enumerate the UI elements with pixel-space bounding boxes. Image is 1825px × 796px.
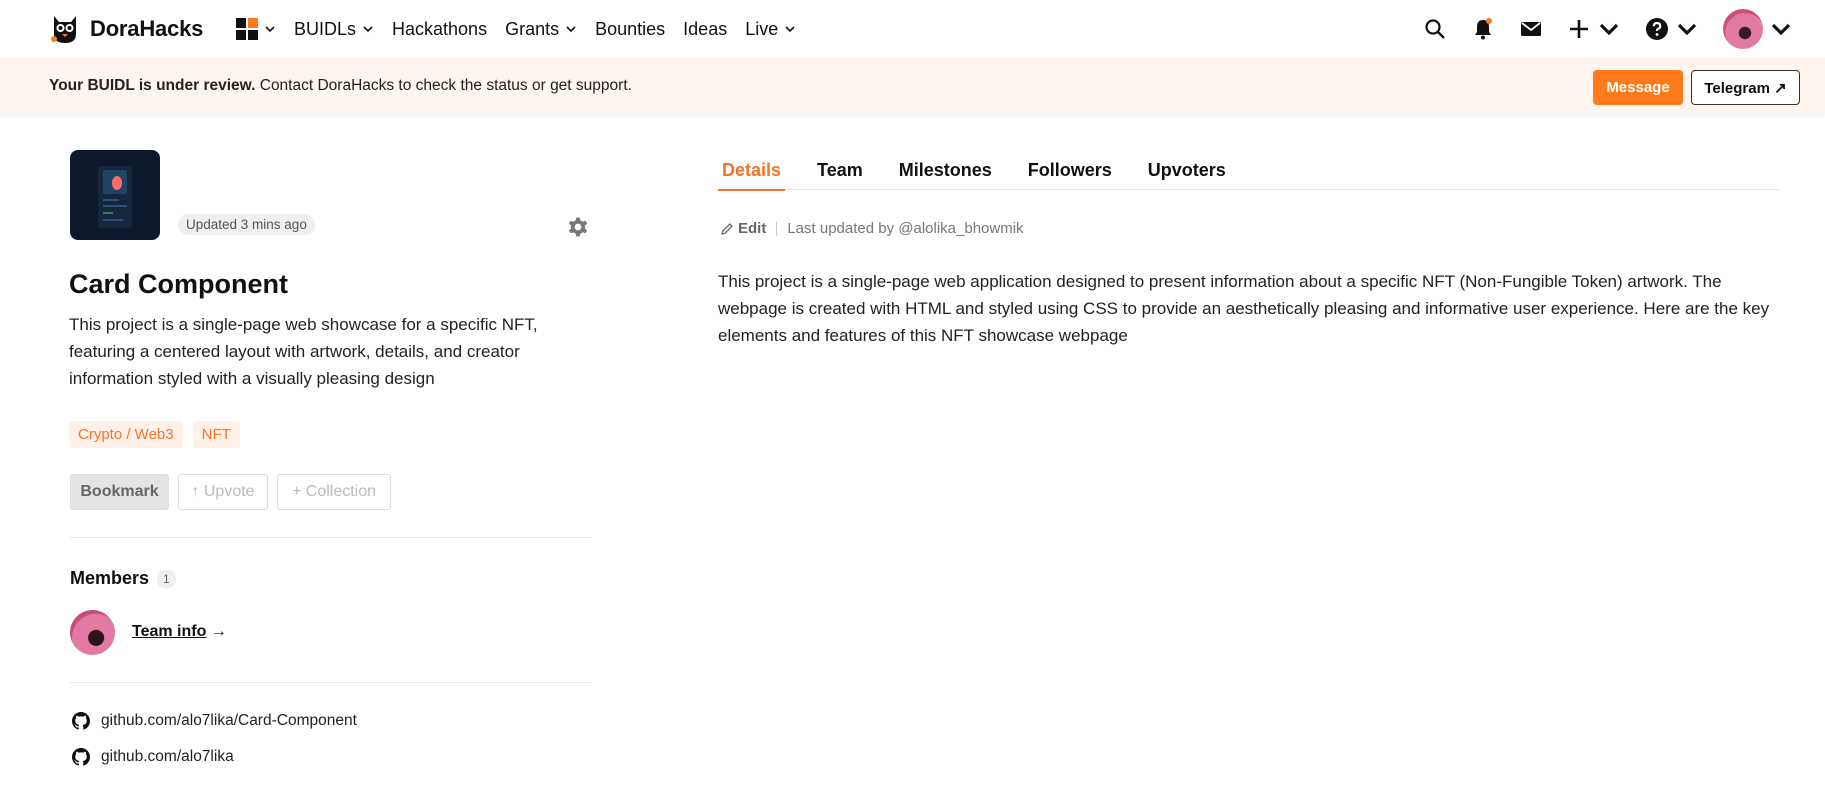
banner-bold-text: Your BUIDL is under review.: [49, 77, 256, 94]
nav-item-label: Live: [745, 18, 779, 39]
tab-details[interactable]: Details: [718, 150, 786, 191]
pencil-icon: [721, 222, 733, 235]
github-icon: [72, 712, 90, 730]
top-navigation: DoraHacks BUIDLs Hackathons Grants Bount…: [0, 0, 1825, 58]
chevron-down-icon: [1599, 23, 1619, 36]
add-collection-button[interactable]: + Collection: [277, 474, 391, 510]
edit-button[interactable]: Edit: [720, 220, 766, 237]
project-tags: Crypto / Web3 NFT: [69, 421, 250, 448]
tag-crypto-web3[interactable]: Crypto / Web3: [69, 421, 183, 448]
dorahacks-logo[interactable]: DoraHacks: [48, 12, 203, 46]
divider: [70, 537, 592, 538]
team-info-link[interactable]: Team info →: [132, 623, 227, 641]
nav-item-buidls[interactable]: BUIDLs: [294, 19, 374, 40]
tab-upvoters[interactable]: Upvoters: [1144, 150, 1230, 190]
mail-icon: [1521, 22, 1541, 36]
banner-detail-text: Contact DoraHacks to check the status or…: [255, 77, 632, 94]
chevron-down-icon: [566, 26, 576, 33]
nav-actions: [1399, 0, 1793, 58]
project-description: This project is a single-page web showca…: [69, 315, 538, 388]
brand-name: DoraHacks: [90, 16, 204, 41]
nav-item-grants[interactable]: Grants: [505, 19, 577, 40]
edit-row: Edit Last updated by @alolika_bhowmik: [720, 220, 1024, 237]
chevron-down-icon: [785, 26, 795, 33]
notifications-button[interactable]: [1471, 17, 1495, 41]
nav-item-hackathons[interactable]: Hackathons: [392, 19, 487, 40]
separator: [776, 221, 778, 236]
tab-followers[interactable]: Followers: [1024, 150, 1116, 190]
github-link-repo[interactable]: github.com/alo7lika/Card-Component: [72, 712, 357, 730]
chevron-down-icon: [363, 26, 373, 33]
search-icon: [1425, 19, 1445, 39]
create-menu[interactable]: [1567, 17, 1621, 41]
members-heading: Members 1: [70, 568, 176, 589]
apps-menu[interactable]: [236, 18, 276, 40]
project-title: Card Component: [69, 269, 288, 299]
member-avatar[interactable]: [70, 610, 115, 655]
nav-item-label: Bounties: [595, 18, 666, 39]
nav-item-label: Grants: [505, 18, 560, 39]
tab-team[interactable]: Team: [813, 150, 867, 190]
link-text: github.com/alo7lika/Card-Component: [101, 712, 357, 729]
updated-badge: Updated 3 mins ago: [178, 214, 315, 235]
avatar: [1723, 9, 1763, 49]
nav-item-label: BUIDLs: [294, 18, 357, 39]
apps-grid-icon: [236, 18, 258, 40]
bell-icon: [1475, 18, 1492, 40]
team-info-label: Team info: [132, 623, 207, 640]
message-button[interactable]: Message: [1593, 70, 1683, 105]
settings-gear-icon[interactable]: [566, 215, 590, 239]
edit-label: Edit: [738, 220, 767, 237]
project-actions: Bookmark ↑ Upvote + Collection: [70, 474, 400, 510]
last-updated-text: Last updated by @alolika_bhowmik: [787, 220, 1024, 237]
nav-item-label: Hackathons: [392, 18, 488, 39]
project-thumbnail: [70, 150, 160, 240]
tag-nft[interactable]: NFT: [192, 421, 240, 448]
messages-button[interactable]: [1519, 17, 1543, 41]
github-link-profile[interactable]: github.com/alo7lika: [72, 748, 234, 766]
members-count-badge: 1: [157, 569, 176, 588]
tab-milestones[interactable]: Milestones: [895, 150, 996, 190]
github-icon: [72, 748, 90, 766]
help-icon: [1646, 18, 1668, 40]
nav-item-bounties[interactable]: Bounties: [595, 19, 665, 40]
chevron-down-icon: [1677, 23, 1697, 36]
main-nav: BUIDLs Hackathons Grants Bounties Ideas …: [236, 0, 814, 58]
link-text: github.com/alo7lika: [101, 748, 234, 765]
chevron-down-icon: [1771, 23, 1791, 36]
chevron-down-icon: [265, 26, 275, 33]
details-body: This project is a single-page web applic…: [718, 272, 1770, 345]
banner-text: Your BUIDL is under review. Contact Dora…: [49, 77, 632, 95]
user-menu[interactable]: [1723, 9, 1793, 49]
bookmark-button[interactable]: Bookmark: [70, 474, 169, 510]
help-menu[interactable]: [1645, 17, 1699, 41]
review-banner: Your BUIDL is under review. Contact Dora…: [0, 58, 1825, 114]
search-button[interactable]: [1423, 17, 1447, 41]
dorahacks-owl-icon: [51, 16, 76, 43]
telegram-button[interactable]: Telegram ↗: [1691, 70, 1800, 105]
arrow-right-icon: →: [206, 623, 227, 640]
divider: [70, 682, 592, 683]
members-title: Members: [70, 568, 150, 588]
project-tabs: Details Team Milestones Followers Upvote…: [718, 150, 1780, 191]
plus-icon: [1570, 20, 1588, 38]
nav-item-ideas[interactable]: Ideas: [683, 19, 727, 40]
nav-item-label: Ideas: [683, 18, 728, 39]
upvote-button[interactable]: ↑ Upvote: [178, 474, 268, 510]
nav-item-live[interactable]: Live: [745, 19, 796, 40]
